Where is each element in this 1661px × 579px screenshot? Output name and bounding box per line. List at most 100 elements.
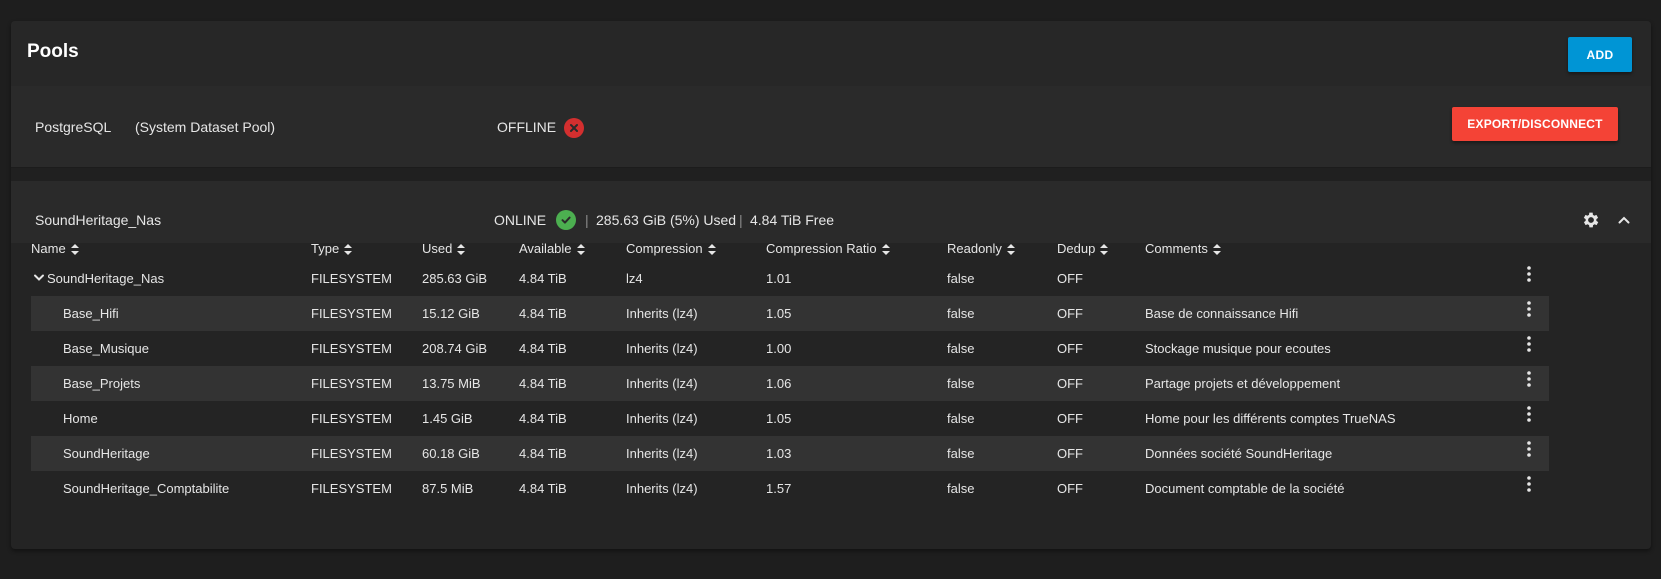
table-header: Name Type Used Available Compression Com…: [31, 231, 1549, 261]
cell-comments: Document comptable de la société: [1145, 471, 1509, 506]
column-header-name[interactable]: Name: [31, 231, 311, 261]
ratio-text: 1.05: [766, 411, 792, 426]
chevron-down-icon[interactable]: [33, 273, 45, 283]
gear-icon[interactable]: [1581, 210, 1601, 230]
cell-dedup: OFF: [1057, 261, 1145, 296]
name-text: SoundHeritage_Nas: [47, 271, 165, 286]
row-actions: [1509, 366, 1549, 401]
sort-icon: [881, 243, 890, 255]
cell-available: 4.84 TiB: [519, 471, 626, 506]
cell-dedup: OFF: [1057, 471, 1145, 506]
column-header-dedup[interactable]: Dedup: [1057, 231, 1145, 261]
cell-compression: Inherits (lz4): [626, 471, 766, 506]
add-button[interactable]: ADD: [1568, 37, 1632, 72]
cell-dedup: OFF: [1057, 331, 1145, 366]
cell-readonly: false: [947, 436, 1057, 471]
used-text: 60.18 GiB: [422, 446, 480, 461]
compression-text: Inherits (lz4): [626, 376, 698, 391]
column-header-used[interactable]: Used: [422, 231, 519, 261]
cell-ratio: 1.05: [766, 296, 947, 331]
cell-name: Base_Projets: [31, 366, 311, 401]
compression-text: Inherits (lz4): [626, 306, 698, 321]
cell-readonly: false: [947, 366, 1057, 401]
table-row[interactable]: SoundHeritage_Comptabilite FILESYSTEM 87.5…: [31, 471, 1549, 506]
cell-type: FILESYSTEM: [311, 366, 422, 401]
column-header-type[interactable]: Type: [311, 231, 422, 261]
readonly-text: false: [947, 341, 975, 356]
pool-status: ONLINE: [494, 212, 547, 228]
compression-text: Inherits (lz4): [626, 481, 698, 496]
cell-available: 4.84 TiB: [519, 261, 626, 296]
table-row[interactable]: Base_Projets FILESYSTEM 13.75 MiB 4.84 TiB I…: [31, 366, 1549, 401]
separator: |: [739, 212, 743, 228]
cell-dedup: OFF: [1057, 436, 1145, 471]
column-header-comments[interactable]: Comments: [1145, 231, 1509, 261]
cell-name: Base_Hifi: [31, 296, 311, 331]
more-vert-icon[interactable]: [1527, 336, 1531, 352]
table-row[interactable]: Home FILESYSTEM 1.45 GiB 4.84 TiB Inherits (…: [31, 401, 1549, 436]
export-disconnect-button[interactable]: EXPORT/DISCONNECT: [1452, 107, 1618, 141]
available-text: 4.84 TiB: [519, 376, 567, 391]
cell-comments: Partage projets et développement: [1145, 366, 1509, 401]
cell-comments: Base de connaissance Hifi: [1145, 296, 1509, 331]
chevron-up-icon[interactable]: [1617, 213, 1631, 227]
available-text: 4.84 TiB: [519, 271, 567, 286]
comments-text: Données société SoundHeritage: [1145, 446, 1333, 461]
available-text: 4.84 TiB: [519, 481, 567, 496]
cell-used: 285.63 GiB: [422, 261, 519, 296]
available-text: 4.84 TiB: [519, 411, 567, 426]
dedup-text: OFF: [1057, 376, 1083, 391]
name-text: Base_Musique: [63, 341, 149, 356]
more-vert-icon[interactable]: [1527, 476, 1531, 492]
compression-text: Inherits (lz4): [626, 341, 698, 356]
cell-name: Home: [31, 401, 311, 436]
readonly-text: false: [947, 481, 975, 496]
cell-name: SoundHeritage_Nas: [31, 261, 311, 296]
pools-card: Pools ADD PostgreSQL (System Dataset Poo…: [11, 21, 1651, 549]
cell-type: FILESYSTEM: [311, 296, 422, 331]
compression-text: Inherits (lz4): [626, 446, 698, 461]
more-vert-icon[interactable]: [1527, 406, 1531, 422]
ratio-text: 1.05: [766, 306, 792, 321]
sort-icon: [707, 243, 716, 255]
pool-free: 4.84 TiB Free: [750, 212, 835, 228]
cell-readonly: false: [947, 296, 1057, 331]
cell-type: FILESYSTEM: [311, 436, 422, 471]
type-text: FILESYSTEM: [311, 306, 392, 321]
cell-used: 1.45 GiB: [422, 401, 519, 436]
more-vert-icon[interactable]: [1527, 266, 1531, 282]
more-vert-icon[interactable]: [1527, 301, 1531, 317]
table-row[interactable]: SoundHeritage FILESYSTEM 60.18 GiB 4.84 TiB…: [31, 436, 1549, 471]
name-text: Base_Hifi: [63, 306, 119, 321]
name-text: SoundHeritage_Comptabilite: [63, 481, 230, 496]
cell-used: 208.74 GiB: [422, 331, 519, 366]
row-actions: [1509, 401, 1549, 436]
cell-compression: Inherits (lz4): [626, 436, 766, 471]
table-row[interactable]: SoundHeritage_Nas FILESYSTEM 285.63 GiB 4.8…: [31, 261, 1549, 296]
cell-name: Base_Musique: [31, 331, 311, 366]
table-row[interactable]: Base_Hifi FILESYSTEM 15.12 GiB 4.84 TiB Inhe…: [31, 296, 1549, 331]
cell-name: SoundHeritage_Comptabilite: [31, 471, 311, 506]
cell-type: FILESYSTEM: [311, 471, 422, 506]
column-header-available[interactable]: Available: [519, 231, 626, 261]
table-row[interactable]: Base_Musique FILESYSTEM 208.74 GiB 4.84 TiB…: [31, 331, 1549, 366]
row-actions: [1509, 471, 1549, 506]
more-vert-icon[interactable]: [1527, 441, 1531, 457]
more-vert-icon[interactable]: [1527, 371, 1531, 387]
pool-divider: [11, 168, 1651, 181]
used-text: 15.12 GiB: [422, 306, 480, 321]
column-header-compression[interactable]: Compression: [626, 231, 766, 261]
pool-row-postgresql: PostgreSQL (System Dataset Pool) OFFLINE…: [11, 86, 1651, 168]
readonly-text: false: [947, 306, 975, 321]
cell-dedup: OFF: [1057, 401, 1145, 436]
dedup-text: OFF: [1057, 446, 1083, 461]
readonly-text: false: [947, 376, 975, 391]
column-header-readonly[interactable]: Readonly: [947, 231, 1057, 261]
cell-used: 60.18 GiB: [422, 436, 519, 471]
column-header-compression-ratio[interactable]: Compression Ratio: [766, 231, 947, 261]
cell-used: 13.75 MiB: [422, 366, 519, 401]
ratio-text: 1.03: [766, 446, 792, 461]
cell-compression: Inherits (lz4): [626, 296, 766, 331]
column-header-actions: [1509, 231, 1549, 261]
cell-type: FILESYSTEM: [311, 401, 422, 436]
